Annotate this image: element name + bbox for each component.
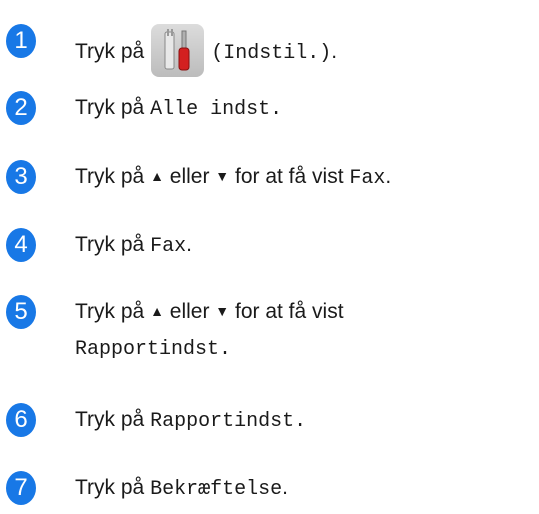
- step-text: Tryk på Bekræftelse.: [75, 473, 288, 505]
- step-prefix: Tryk på: [75, 476, 151, 499]
- step-number-badge: 1: [6, 24, 36, 58]
- step-number-badge: 6: [6, 403, 36, 437]
- step-value: Rapportindst.: [75, 338, 232, 361]
- step-prefix: Tryk på: [75, 165, 151, 188]
- step-number-badge: 7: [6, 471, 36, 505]
- step-end: .: [282, 476, 288, 499]
- step-text-continued: Rapportindst.: [75, 333, 231, 365]
- step-middle: eller: [163, 165, 216, 188]
- step-value: Alle indst.: [150, 98, 283, 121]
- step-value: Fax: [349, 167, 386, 190]
- step-text: Tryk på ▲ eller ▼ for at få vist Fax.: [75, 162, 391, 194]
- step-prefix: Tryk på: [75, 96, 151, 119]
- step-middle: eller: [163, 300, 216, 323]
- step-end: .: [186, 233, 192, 256]
- step-end: .: [385, 165, 392, 188]
- step-text: Tryk på Alle indst.: [75, 93, 282, 125]
- step-value: Bekræftelse: [150, 478, 283, 501]
- up-arrow-icon: ▲: [150, 303, 164, 319]
- step-value: (Indstil.): [211, 42, 332, 66]
- step-value: Fax: [150, 235, 187, 258]
- step-number-badge: 4: [6, 228, 36, 262]
- step-text: Tryk på ▲ eller ▼ for at få vist: [75, 297, 344, 328]
- down-arrow-icon: ▼: [215, 303, 230, 319]
- step-after: for at få vist: [229, 300, 344, 323]
- step-prefix: Tryk på: [75, 233, 151, 256]
- step-after: for at få vist: [229, 165, 350, 188]
- step-number-badge: 3: [6, 160, 36, 194]
- step-prefix: Tryk på: [75, 300, 151, 323]
- settings-tools-icon[interactable]: [151, 24, 205, 77]
- step-prefix: Tryk på: [75, 40, 145, 64]
- step-end: .: [331, 40, 338, 64]
- step-text: Tryk på Fax.: [75, 230, 192, 262]
- step-value: Rapportindst.: [150, 410, 307, 433]
- up-arrow-icon: ▲: [150, 168, 164, 184]
- step-text: Tryk på (Indstil.).: [75, 24, 338, 79]
- step-number-badge: 5: [6, 295, 36, 329]
- step-number-badge: 2: [6, 91, 36, 125]
- step-prefix: Tryk på: [75, 408, 151, 431]
- step-text: Tryk på Rapportindst.: [75, 405, 306, 437]
- down-arrow-icon: ▼: [215, 168, 230, 184]
